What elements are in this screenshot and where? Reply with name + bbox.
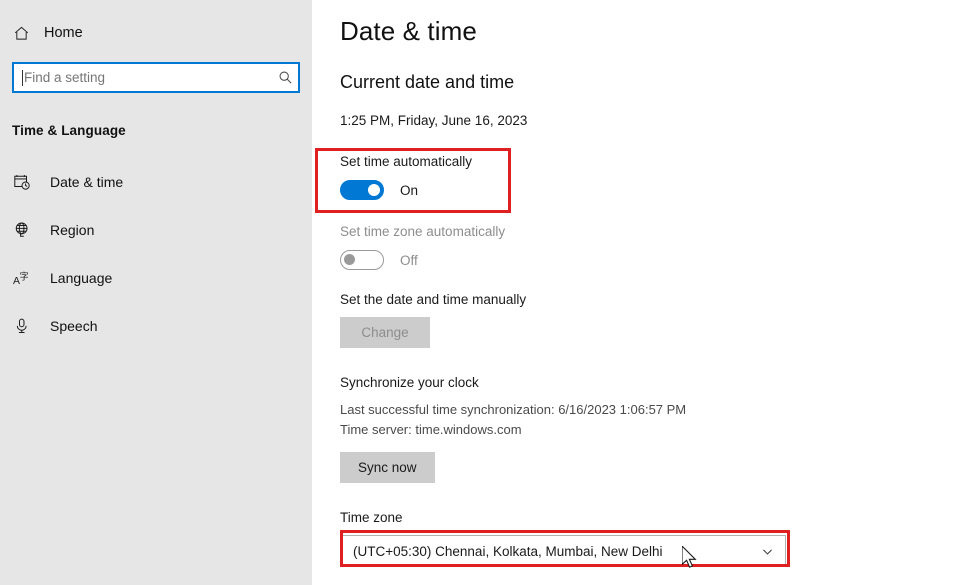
svg-text:字: 字 [19, 270, 28, 282]
set-timezone-automatically-block: Set time zone automatically Off [340, 224, 978, 270]
microphone-icon [12, 316, 32, 336]
sidebar-item-region[interactable]: Region [0, 206, 312, 254]
time-server-text: Time server: time.windows.com [340, 422, 522, 438]
current-date-time-value: 1:25 PM, Friday, June 16, 2023 [340, 113, 528, 128]
toggle-knob [344, 254, 355, 265]
set-time-automatically-row: On [340, 180, 978, 200]
manual-date-time-block: Set the date and time manually Change [340, 292, 978, 348]
set-time-automatically-block: Set time automatically On [340, 154, 978, 200]
manual-date-time-label: Set the date and time manually [340, 292, 527, 307]
sidebar-item-label: Region [50, 222, 95, 238]
sidebar-item-label: Speech [50, 318, 98, 334]
chevron-down-icon[interactable] [759, 545, 775, 558]
sidebar-section-title: Time & Language [12, 123, 126, 138]
set-timezone-automatically-row: Off [340, 250, 978, 270]
toggle-knob [368, 184, 380, 196]
sidebar-item-label: Language [50, 270, 113, 286]
sidebar-nav: Date & time Region A 字 Language Speech [0, 158, 312, 350]
sidebar: Home Time & Language [0, 0, 312, 585]
timezone-label: Time zone [340, 510, 403, 526]
sidebar-item-label: Date & time [50, 174, 124, 190]
search-input[interactable] [14, 64, 272, 91]
timezone-dropdown[interactable]: (UTC+05:30) Chennai, Kolkata, Mumbai, Ne… [340, 535, 786, 568]
search-icon[interactable] [272, 70, 298, 85]
settings-window: Home Time & Language [0, 0, 978, 585]
timezone-block: Time zone (UTC+05:30) Chennai, Kolkata, … [340, 510, 978, 568]
set-time-automatically-label: Set time automatically [340, 154, 473, 169]
sync-clock-heading: Synchronize your clock [340, 375, 479, 390]
sidebar-home-label: Home [44, 25, 83, 41]
set-time-automatically-toggle[interactable] [340, 180, 384, 200]
search-box[interactable] [12, 62, 300, 93]
set-timezone-automatically-state: Off [400, 252, 418, 268]
sidebar-item-home[interactable]: Home [0, 16, 312, 50]
sync-clock-block: Synchronize your clock Last successful t… [340, 375, 978, 484]
content-panel: Date & time Current date and time 1:25 P… [312, 0, 978, 585]
language-icon: A 字 [12, 268, 32, 288]
sidebar-item-speech[interactable]: Speech [0, 302, 312, 350]
sidebar-item-language[interactable]: A 字 Language [0, 254, 312, 302]
page-title: Date & time [340, 16, 477, 46]
set-time-automatically-state: On [400, 182, 419, 198]
current-date-time-heading: Current date and time [340, 72, 515, 92]
globe-icon [12, 220, 32, 240]
timezone-selected-value: (UTC+05:30) Chennai, Kolkata, Mumbai, Ne… [353, 543, 663, 559]
set-timezone-automatically-label: Set time zone automatically [340, 224, 506, 239]
sync-now-button[interactable]: Sync now [340, 452, 435, 484]
change-button[interactable]: Change [340, 317, 430, 348]
sidebar-item-date-time[interactable]: Date & time [0, 158, 312, 206]
set-timezone-automatically-toggle[interactable] [340, 250, 384, 270]
last-sync-text: Last successful time synchronization: 6/… [340, 402, 687, 417]
calendar-clock-icon [12, 172, 32, 192]
home-icon [12, 24, 30, 42]
search-caret [22, 70, 23, 86]
